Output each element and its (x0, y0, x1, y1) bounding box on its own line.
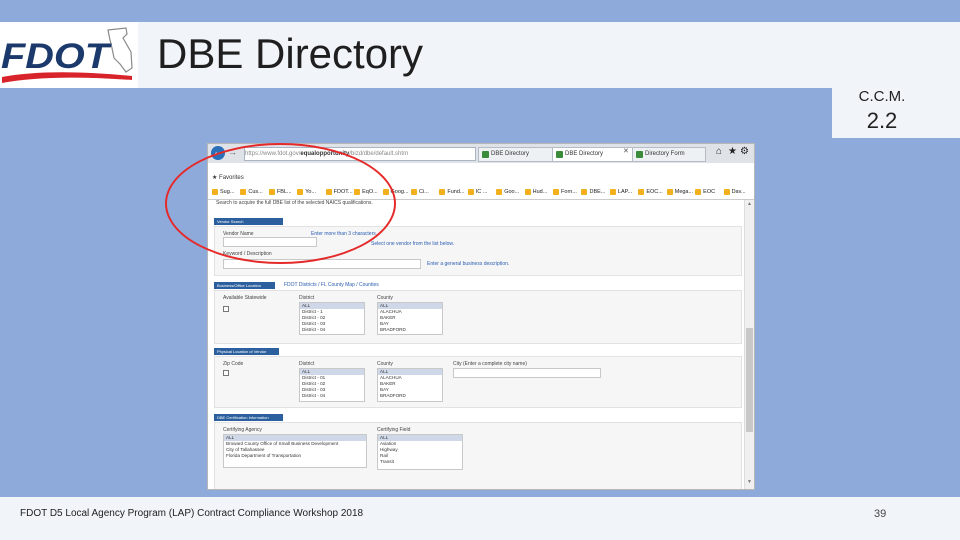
tab-label: DBE Directory (565, 151, 604, 157)
tab-label: DBE Directory (491, 151, 530, 157)
page-number: 39 (874, 508, 887, 520)
bookmark-label: Fund... (447, 189, 465, 195)
bookmark-icon (638, 189, 645, 195)
bookmark-icon (467, 189, 474, 195)
list-item[interactable]: BRADFORD (378, 327, 442, 333)
district-label: District (299, 295, 315, 301)
footer-text: FDOT D5 Local Agency Program (LAP) Contr… (20, 508, 364, 519)
location-map-link[interactable]: FDOT Districts / FL County Map / Countie… (284, 282, 379, 288)
cert-field-listbox[interactable]: ALL Aviation Highway Rail Transit (377, 434, 463, 470)
bookmark-label: EOC (703, 189, 716, 195)
bookmark-label: Dav... (731, 189, 746, 195)
county-label-2: County (377, 361, 393, 367)
bookmark-icon (609, 189, 616, 195)
cert-panel: Certifying Agency ALL Broward County Off… (214, 422, 742, 489)
zip-checkbox[interactable] (223, 370, 229, 376)
keyword-hint: Enter a general business description. (427, 261, 510, 267)
district-listbox-2[interactable]: ALL District - 01 District - 02 District… (299, 368, 365, 402)
bookmark-item[interactable]: Fund... (439, 187, 464, 197)
location-panel: Available Statewide District ALL Distric… (214, 290, 742, 344)
list-item[interactable]: Florida Department of Transportation (224, 453, 366, 459)
home-icon[interactable]: ⌂ (716, 146, 722, 157)
fdot-logo: FDOT (0, 22, 138, 88)
tab-favicon (556, 151, 563, 158)
bookmark-icon (496, 189, 503, 195)
address-rest: /bizd/dbe/default.shtm (349, 151, 409, 157)
scroll-down-icon[interactable]: ▼ (747, 479, 752, 485)
county-listbox-2[interactable]: ALL ALACHUA BAKER BAY BRADFORD (377, 368, 443, 402)
bookmark-label: Hud... (532, 189, 548, 195)
district-label-2: District (299, 361, 315, 367)
bookmark-item[interactable]: Goo... (496, 187, 519, 197)
browser-tab-3[interactable]: Directory Form (632, 147, 706, 162)
bookmark-label: LAP... (617, 189, 633, 195)
available-statewide-label: Available Statewide (223, 295, 267, 301)
bookmark-item[interactable]: Hud... (524, 187, 548, 197)
bookmark-item[interactable]: Mega... (666, 187, 694, 197)
physical-panel: Zip Code District ALL District - 01 Dist… (214, 356, 742, 408)
cert-section-header: DBE Certification Information (214, 414, 283, 421)
red-annotation-circle (165, 143, 396, 264)
list-item[interactable]: BRADFORD (378, 393, 442, 399)
browser-tab-1[interactable]: DBE Directory (478, 147, 558, 162)
tab-favicon (636, 151, 643, 158)
bookmark-item[interactable]: DBE... (581, 187, 605, 197)
bookmark-item[interactable]: Forn... (553, 187, 577, 197)
bookmark-icon (439, 189, 446, 195)
close-tab-icon[interactable]: ✕ (623, 147, 629, 155)
bookmark-label: Mega... (674, 189, 694, 195)
statewide-checkbox[interactable] (223, 306, 229, 312)
bookmark-item[interactable]: IC ... (467, 187, 488, 197)
bookmark-label: Goo... (504, 189, 520, 195)
zip-label: Zip Code (223, 361, 244, 367)
scroll-up-icon[interactable]: ▲ (747, 201, 752, 207)
bookmark-label: EOC... (646, 189, 663, 195)
scroll-thumb[interactable] (746, 328, 753, 432)
ccm-number: 2.2 (866, 108, 898, 133)
tab-favicon (482, 151, 489, 158)
ccm-label: C.C.M. (858, 88, 906, 105)
bookmark-item[interactable]: EOC... (638, 187, 663, 197)
bookmark-icon (410, 189, 417, 195)
list-item[interactable]: District - 04 (300, 393, 364, 399)
bookmark-icon (695, 189, 702, 195)
bookmark-icon (666, 189, 673, 195)
gear-icon[interactable]: ⚙ (740, 146, 749, 157)
bookmark-label: IC ... (475, 189, 488, 195)
bookmark-icon (553, 189, 560, 195)
city-hint: City (Enter a complete city name) (453, 361, 527, 367)
ccm-box: C.C.M. 2.2 (832, 82, 960, 138)
location-section-header: Business/Office Location (214, 282, 275, 289)
header-band (0, 22, 960, 88)
star-icon[interactable]: ★ (728, 146, 737, 157)
bookmark-label: DBE... (589, 189, 606, 195)
svg-text:FDOT: FDOT (1, 37, 112, 76)
county-listbox[interactable]: ALL ALACHUA BAKER BAY BRADFORD (377, 302, 443, 335)
list-item[interactable]: District - 04 (300, 327, 364, 333)
bookmark-icon (524, 189, 531, 195)
list-item[interactable]: Transit (378, 459, 462, 465)
bookmark-item[interactable]: LAP... (609, 187, 633, 197)
vendor-select-hint: Select one vendor from the list below. (371, 241, 455, 247)
bookmark-item[interactable]: Ci... (410, 187, 429, 197)
county-label: County (377, 295, 393, 301)
bookmark-icon (723, 189, 730, 195)
slide-title: DBE Directory (157, 30, 424, 77)
cert-agency-listbox[interactable]: ALL Broward County Office of Small Busin… (223, 434, 367, 468)
bookmark-item[interactable]: EOC (695, 187, 715, 197)
cert-field-label: Certifying Field (377, 427, 411, 433)
vertical-scrollbar[interactable]: ▲ ▼ (744, 200, 754, 489)
bookmark-item[interactable]: Dav... (723, 187, 746, 197)
cert-agency-label: Certifying Agency (223, 427, 262, 433)
city-input[interactable] (453, 368, 601, 378)
district-listbox[interactable]: ALL District - 1 District - 02 District … (299, 302, 365, 335)
bookmark-icon (581, 189, 588, 195)
tab-label: Directory Form (645, 151, 685, 157)
bookmark-label: Ci... (418, 189, 429, 195)
bookmark-label: Forn... (561, 189, 577, 195)
physical-section-header: Physical Location of Vendor (214, 348, 279, 355)
